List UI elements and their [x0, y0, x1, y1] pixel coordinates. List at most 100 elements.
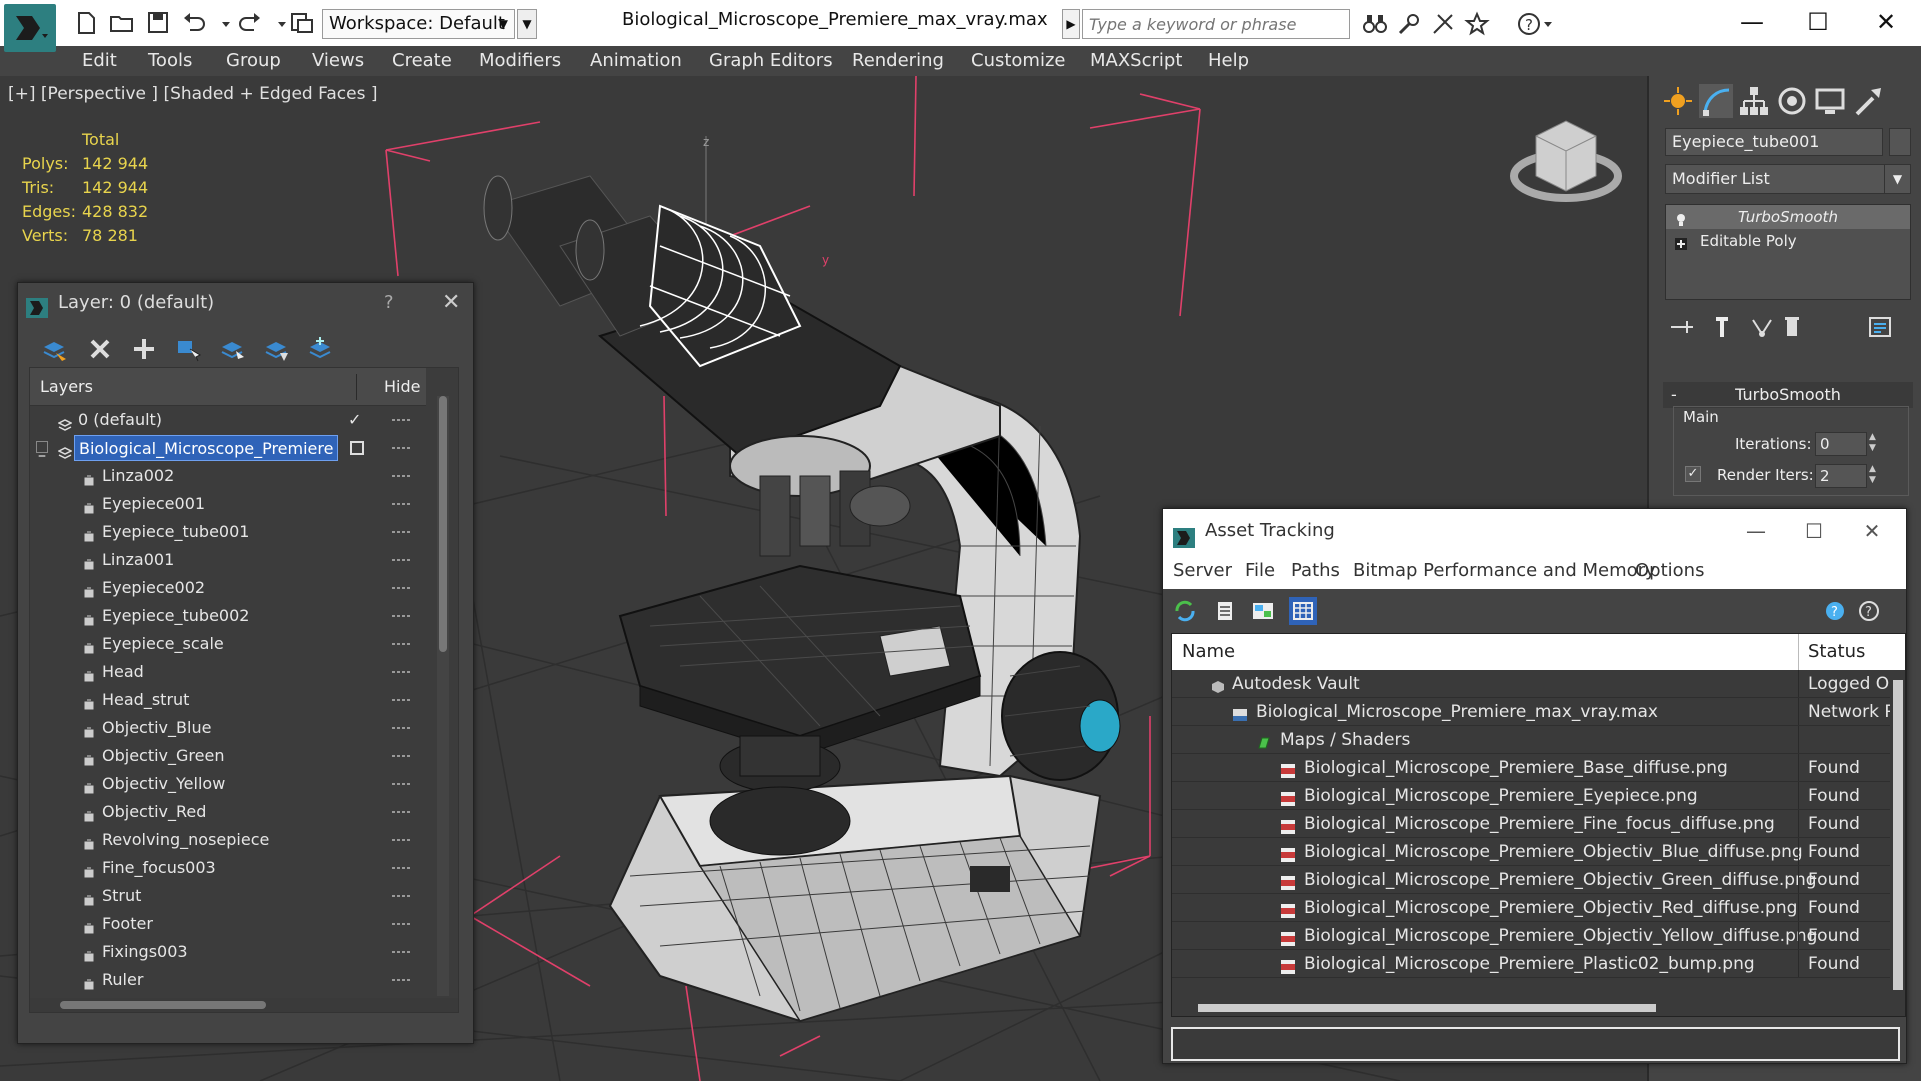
layer-object-row[interactable]: Objectiv_Yellow [30, 770, 426, 798]
menu-group[interactable]: Group [226, 50, 281, 71]
tools-icon[interactable] [1396, 11, 1422, 37]
redo-dropdown-icon[interactable] [268, 10, 286, 36]
modify-tab-icon[interactable] [1699, 84, 1733, 118]
star-icon[interactable] [1464, 11, 1490, 37]
hide-toggle[interactable] [392, 699, 412, 701]
layer-horizontal-scroll-thumb[interactable] [60, 1001, 266, 1009]
hide-toggle[interactable] [392, 839, 412, 841]
turbosmooth-rollout-header[interactable]: - TurboSmooth [1663, 382, 1913, 408]
table-view-icon[interactable] [1289, 597, 1317, 625]
layer-object-row[interactable]: Eyepiece002 [30, 574, 426, 602]
layer-object-row[interactable]: Ruler [30, 966, 426, 994]
layer-object-row[interactable]: Objectiv_Red [30, 798, 426, 826]
modifier-list-dropdown[interactable]: Modifier List ▼ [1665, 164, 1911, 194]
binoculars-icon[interactable] [1362, 11, 1388, 37]
hide-toggle[interactable] [392, 671, 412, 673]
hide-toggle[interactable] [392, 979, 412, 981]
app-logo-icon[interactable] [4, 4, 56, 52]
asset-vertical-scrollbar[interactable] [1891, 670, 1905, 1000]
menu-maxscript[interactable]: MAXScript [1090, 50, 1182, 71]
menu-tools[interactable]: Tools [148, 50, 192, 71]
add-to-layer-icon[interactable] [128, 333, 160, 365]
viewport-label[interactable]: [+] [Perspective ] [Shaded + Edged Faces… [8, 84, 377, 104]
configure-modifier-sets-icon[interactable] [1865, 312, 1895, 342]
make-unique-icon[interactable] [1747, 312, 1777, 342]
menu-animation[interactable]: Animation [590, 50, 682, 71]
layer-object-row[interactable]: Revolving_nosepiece [30, 826, 426, 854]
remove-modifier-icon[interactable] [1777, 312, 1807, 342]
close-window-button[interactable]: ✕ [1856, 4, 1916, 40]
layer-horizontal-scrollbar[interactable] [30, 998, 458, 1012]
layer-object-row[interactable]: Fixings003 [30, 938, 426, 966]
menu-edit[interactable]: Edit [82, 50, 117, 71]
asset-vertical-scroll-thumb[interactable] [1893, 680, 1903, 990]
layer-object-row[interactable]: Objectiv_Blue [30, 714, 426, 742]
layer-object-row[interactable]: Eyepiece_tube001 [30, 518, 426, 546]
select-objects-in-layer-icon[interactable] [172, 333, 204, 365]
iterations-spinner-arrows-icon[interactable]: ▲ ▼ [1869, 432, 1879, 456]
maximize-dialog-button[interactable]: ☐ [1789, 509, 1839, 553]
subscription-icon[interactable] [1430, 11, 1456, 37]
menu-views[interactable]: Views [312, 50, 364, 71]
asset-status-bar[interactable] [1171, 1027, 1900, 1061]
stack-item-editable-poly[interactable]: Editable Poly [1666, 229, 1910, 253]
hierarchy-tab-icon[interactable] [1737, 84, 1771, 118]
layer-object-row[interactable]: Footer [30, 910, 426, 938]
layer-row-biological-microscope[interactable]: Biological_Microscope_Premiere [30, 434, 426, 462]
close-dialog-button[interactable]: ✕ [1847, 509, 1897, 553]
hide-toggle[interactable] [392, 559, 412, 561]
hide-toggle[interactable] [392, 727, 412, 729]
stack-item-turbosmooth[interactable]: TurboSmooth [1666, 205, 1910, 229]
hide-toggle[interactable] [392, 755, 412, 757]
column-header-name[interactable]: Name [1182, 634, 1235, 670]
asset-menu-paths[interactable]: Paths [1291, 553, 1340, 589]
asset-menu-options[interactable]: Options [1635, 553, 1704, 589]
layer-object-row[interactable]: Head [30, 658, 426, 686]
hide-toggle[interactable] [392, 503, 412, 505]
column-header-layers[interactable]: Layers [40, 368, 93, 406]
layer-object-row[interactable]: Eyepiece001 [30, 490, 426, 518]
asset-row-png[interactable]: Biological_Microscope_Premiere_Fine_focu… [1172, 810, 1890, 838]
layer-object-row[interactable]: Linza002 [30, 462, 426, 490]
hide-toggle[interactable] [392, 643, 412, 645]
asset-dialog-titlebar[interactable]: Asset Tracking — ☐ ✕ [1163, 509, 1906, 553]
view-cube[interactable] [1510, 120, 1622, 202]
layer-vertical-scrollbar[interactable] [437, 396, 449, 996]
hide-toggle[interactable] [392, 867, 412, 869]
hide-toggle[interactable] [392, 615, 412, 617]
maximize-window-button[interactable]: ☐ [1788, 4, 1848, 40]
hide-toggle[interactable] [392, 895, 412, 897]
asset-row-png[interactable]: Biological_Microscope_Premiere_Eyepiece.… [1172, 782, 1890, 810]
thumbnail-view-icon[interactable] [1249, 597, 1277, 625]
layer-object-row[interactable]: Eyepiece_scale [30, 630, 426, 658]
layer-object-row[interactable]: Fine_focus003 [30, 854, 426, 882]
hide-toggle[interactable] [392, 475, 412, 477]
hide-toggle[interactable] [392, 923, 412, 925]
save-icon[interactable] [144, 10, 172, 36]
render-iters-spinner[interactable]: 2 [1815, 464, 1867, 488]
help-icon[interactable]: ? [1516, 11, 1556, 37]
highlight-layer-icon[interactable] [216, 333, 248, 365]
asset-menu-bitmap-performance[interactable]: Bitmap Performance and Memory [1353, 553, 1656, 589]
render-iters-spinner-arrows-icon[interactable]: ▲ ▼ [1869, 464, 1879, 488]
object-color-swatch[interactable] [1889, 128, 1911, 156]
lightbulb-icon[interactable] [1674, 210, 1688, 226]
motion-tab-icon[interactable] [1775, 84, 1809, 118]
help-button[interactable]: ? [384, 283, 394, 323]
menu-help[interactable]: Help [1208, 50, 1249, 71]
hide-unhide-all-icon[interactable] [260, 333, 292, 365]
menu-customize[interactable]: Customize [971, 50, 1065, 71]
hide-toggle[interactable] [392, 951, 412, 953]
hide-toggle[interactable] [392, 811, 412, 813]
asset-row-png[interactable]: Biological_Microscope_Premiere_Base_diff… [1172, 754, 1890, 782]
undo-dropdown-icon[interactable] [212, 10, 230, 36]
layer-object-row[interactable]: Strut [30, 882, 426, 910]
asset-row-png[interactable]: Biological_Microscope_Premiere_Objectiv_… [1172, 866, 1890, 894]
asset-row-png[interactable]: Biological_Microscope_Premiere_Objectiv_… [1172, 894, 1890, 922]
menu-create[interactable]: Create [392, 50, 452, 71]
pin-stack-icon[interactable] [1667, 312, 1697, 342]
menu-modifiers[interactable]: Modifiers [479, 50, 561, 71]
redo-icon[interactable] [236, 10, 264, 36]
utilities-tab-icon[interactable] [1851, 84, 1885, 118]
menu-rendering[interactable]: Rendering [852, 50, 944, 71]
